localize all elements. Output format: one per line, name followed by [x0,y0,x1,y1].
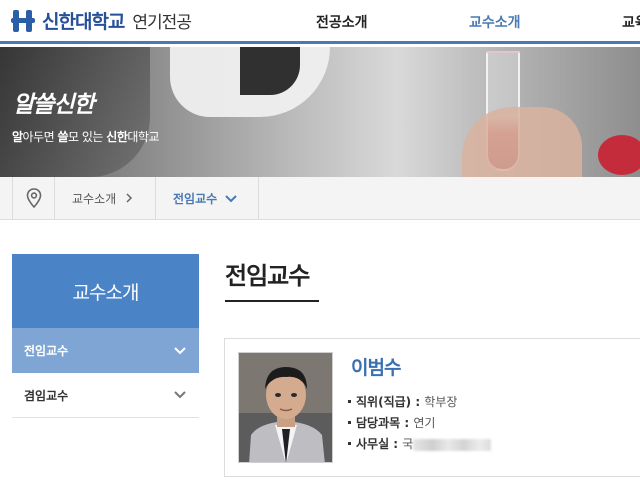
field-label: 담당과목 [356,416,401,430]
bullet-icon [348,420,351,424]
chevron-down-icon [225,195,237,203]
professor-portrait-image [239,353,332,462]
bullet-icon [348,399,351,403]
title-underline [225,300,319,302]
breadcrumb-home[interactable] [12,177,55,219]
hero-hand-shape [462,107,582,177]
sidebar-title: 교수소개 [12,254,199,328]
field-label: 사무실 [356,437,390,451]
professor-name: 이범수 [351,357,401,379]
nav-education[interactable]: 교육 [622,12,640,32]
chevron-down-icon [174,346,186,354]
hero-title: 알쓸신한 [13,92,95,118]
hero-subtitle-part: 모 있는 [68,130,107,144]
professor-position: 직위(직급) : 학부장 [348,393,457,410]
breadcrumb-item-professors[interactable]: 교수소개 [56,177,156,219]
professor-card: 이범수 직위(직급) : 학부장 담당과목 : 연기 사무실 : 국 [224,338,640,477]
field-value: 국 [402,437,414,451]
sidebar-item-adjunct[interactable]: 겸임교수 [12,373,199,418]
hero-subtitle: 알아두면 쓸모 있는 신한대학교 [12,128,159,145]
site-header: 신한대학교 연기전공 전공소개 교수소개 교육 [0,0,640,44]
department-name: 연기전공 [132,13,192,33]
nav-professors[interactable]: 교수소개 [469,12,521,32]
location-pin-icon [26,188,41,208]
site-logo[interactable]: 신한대학교 연기전공 [10,7,192,34]
sidebar-item-label: 전임교수 [24,344,69,358]
hero-subtitle-part: 알 [12,130,23,144]
field-separator: : [389,437,403,451]
breadcrumb-label: 교수소개 [72,191,117,206]
chevron-down-icon [174,391,186,399]
page-title: 전임교수 [225,262,310,290]
hero-subtitle-part: 쓸 [57,130,69,144]
breadcrumb-item-fulltime[interactable]: 전임교수 [156,177,259,219]
field-separator: : [400,416,414,430]
sidebar-item-fulltime[interactable]: 전임교수 [12,328,199,373]
sidebar-item-label: 겸임교수 [24,388,69,403]
hero-strawberry-shape [598,135,640,175]
field-label: 직위(직급) [356,395,412,409]
redacted-office-text [413,438,492,451]
bullet-icon [348,441,351,445]
breadcrumb-label: 전임교수 [173,191,218,206]
hero-subtitle-part: 신한 [106,130,128,144]
professor-photo [238,352,333,463]
chevron-right-icon [126,193,133,203]
university-name: 신한대학교 [42,11,125,33]
breadcrumb: 교수소개 전임교수 [0,177,640,220]
professor-office: 사무실 : 국 [348,435,492,452]
shinhan-logo-icon [10,8,36,34]
field-value: 연기 [413,416,436,430]
professor-subject: 담당과목 : 연기 [348,414,435,431]
field-separator: : [411,395,425,409]
hero-banner: 알쓸신한 알아두면 쓸모 있는 신한대학교 [0,47,640,177]
field-value: 학부장 [424,395,458,409]
hero-subtitle-part: 대학교 [127,130,159,144]
nav-major-intro[interactable]: 전공소개 [316,12,368,32]
hero-subtitle-part: 아두면 [22,130,58,144]
